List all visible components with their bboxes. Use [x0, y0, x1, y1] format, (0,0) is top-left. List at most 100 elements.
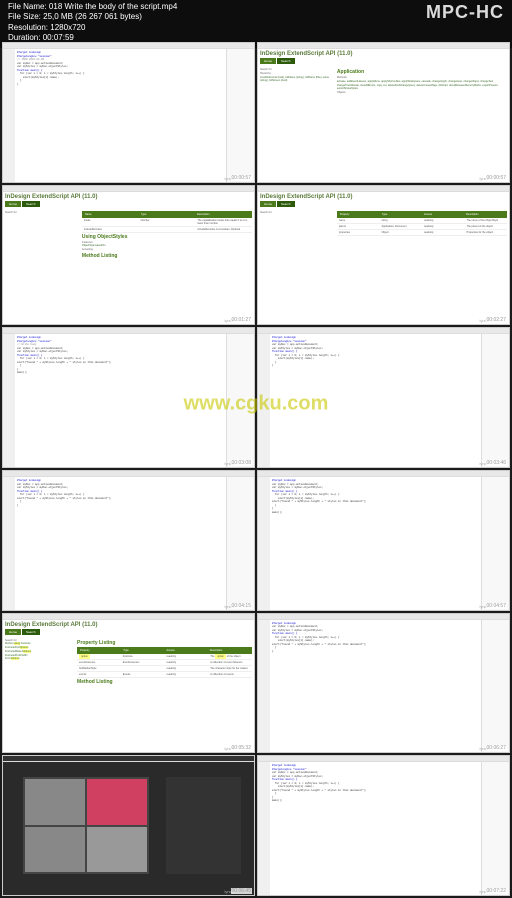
section-application: Application — [337, 69, 507, 75]
thumbnail: lynda 00:06:45 — [2, 755, 255, 896]
thumbnail: InDesign ExtendScript API (11.0) Home Se… — [257, 185, 510, 326]
tab-search[interactable]: Search — [22, 629, 40, 635]
thumbnail: #target indesign var myDoc = app.activeD… — [257, 613, 510, 754]
code-editor: #target indesign var myDoc = app.activeD… — [258, 620, 509, 754]
tab-search[interactable]: Search — [277, 201, 295, 207]
thumbnail: #target indesign #targetengine "session"… — [2, 327, 255, 468]
indesign-document — [23, 777, 149, 874]
api-title: InDesign ExtendScript API (11.0) — [5, 622, 252, 628]
side-panel — [481, 762, 509, 895]
api-header: InDesign ExtendScript API (11.0) Home Se… — [3, 620, 254, 637]
tab-search[interactable]: Search — [22, 201, 40, 207]
thumbnail: #target indesign var myDoc = app.activeD… — [2, 470, 255, 611]
api-title: InDesign ExtendScript API (11.0) — [260, 51, 507, 57]
timestamp: 00:06:27 — [486, 745, 507, 751]
table-header: PropertyTypeAccessDescription — [77, 647, 252, 654]
file-name-row: File Name: 018 Write the body of the scr… — [8, 2, 177, 12]
api-content: Search for: Hierarchy: JxsxFileFormat (b… — [258, 66, 509, 183]
methods-list[interactable]: activate, addEventListener, applyMenu, a… — [337, 80, 507, 91]
method-listing: Method Listing — [82, 253, 252, 259]
code-editor: #target indesign #targetengine "session"… — [258, 762, 509, 896]
code-body: #target indesign #targetengine "session"… — [15, 334, 224, 467]
table-row: includeRemotesincludeRemotes is a boolea… — [82, 227, 252, 233]
side-panel — [481, 477, 509, 610]
side-panel — [481, 620, 509, 753]
api-sidebar-links[interactable]: Method using FootnoteFootnoteFirstOption… — [5, 642, 73, 661]
api-header: InDesign ExtendScript API (11.0) Home Se… — [258, 192, 509, 209]
side-panel — [226, 477, 254, 610]
tab-home[interactable]: Home — [5, 201, 21, 207]
placed-image — [25, 827, 85, 873]
timestamp: 00:00:57 — [231, 175, 252, 181]
timestamp: 00:07:22 — [486, 888, 507, 894]
thumbnail: #target indesign #targetengine "session"… — [257, 755, 510, 896]
code-editor: #target indesign var myDoc = app.activeD… — [3, 477, 254, 611]
placed-image — [87, 779, 147, 825]
code-gutter — [258, 762, 270, 895]
code-body: #target indesign #targetengine "session"… — [270, 762, 479, 895]
timestamp: 00:05:32 — [231, 745, 252, 751]
code-gutter — [258, 334, 270, 467]
resolution-row: Resolution: 1280x720 — [8, 23, 177, 33]
api-tabs: Home Search — [260, 201, 507, 207]
api-tabs: Home Search — [260, 58, 507, 64]
code-body: #target indesign var myDoc = app.activeD… — [270, 620, 479, 753]
section-using: Using ObjectStyles — [82, 234, 252, 240]
code-editor: #target indesign #targetengine "session"… — [258, 334, 509, 468]
code-body: #target indesign var myDoc = app.activeD… — [270, 477, 479, 610]
tab-search[interactable]: Search — [277, 58, 295, 64]
accepting-label: Accepting — [82, 248, 252, 252]
method-listing: Method Listing — [77, 679, 252, 685]
timestamp: 00:06:45 — [231, 888, 252, 894]
side-panel — [226, 334, 254, 467]
thumbnail: InDesign ExtendScript API (11.0) Home Se… — [2, 185, 255, 326]
timestamp: 00:02:27 — [486, 317, 507, 323]
table-header: NameTypeDescription — [82, 211, 252, 218]
api-content: Search for: Method using FootnoteFootnot… — [3, 637, 254, 754]
api-header: InDesign ExtendScript API (11.0) Home Se… — [258, 49, 509, 66]
indesign-panel — [166, 777, 241, 874]
api-title: InDesign ExtendScript API (11.0) — [260, 194, 507, 200]
code-gutter — [3, 334, 15, 467]
file-info-block: File Name: 018 Write the body of the scr… — [8, 2, 177, 44]
side-panel — [226, 49, 254, 182]
search-label: Search for: — [5, 211, 78, 215]
code-gutter — [3, 49, 15, 182]
table-header: PropertyTypeAccessDescription — [337, 211, 507, 218]
api-tabs: Home Search — [5, 629, 252, 635]
api-content: Search for: PropertyTypeAccessDescriptio… — [258, 209, 509, 326]
thumbnail: #target indesign #targetengine "session"… — [257, 327, 510, 468]
thumbnail-grid: #target indesign #targetengine "session"… — [0, 40, 512, 898]
tab-home[interactable]: Home — [260, 201, 276, 207]
thumbnail: InDesign ExtendScript API (11.0) Home Se… — [2, 613, 255, 754]
api-content: Search for: NameTypeDescription localeNu… — [3, 209, 254, 326]
code-body: #target indesign var myDoc = app.activeD… — [15, 477, 224, 610]
tab-home[interactable]: Home — [5, 629, 21, 635]
thumbnail: InDesign ExtendScript API (11.0) Home Se… — [257, 42, 510, 183]
code-gutter — [258, 620, 270, 753]
code-body: #target indesign #targetengine "session"… — [270, 334, 479, 467]
code-editor: #target indesign #targetengine "session"… — [3, 334, 254, 468]
timestamp: 00:01:27 — [231, 317, 252, 323]
hierarchy-links[interactable]: JxsxFileFormat (bool), fullName (string)… — [260, 76, 333, 84]
code-body: #target indesign #targetengine "session"… — [15, 49, 224, 182]
code-editor: #target indesign #targetengine "session"… — [3, 49, 254, 183]
side-panel — [481, 334, 509, 467]
search-label: Search for: — [260, 211, 333, 215]
objects-label: Objects: — [337, 91, 507, 95]
code-gutter — [3, 477, 15, 610]
table-row: eventsEventsreadonlyA collection of even… — [77, 672, 252, 678]
api-tabs: Home Search — [5, 201, 252, 207]
code-gutter — [258, 477, 270, 610]
thumbnail: #target indesign #targetengine "session"… — [2, 42, 255, 183]
thumbnail: #target indesign var myDoc = app.activeD… — [257, 470, 510, 611]
timestamp: 00:03:08 — [231, 460, 252, 466]
table-row: propertiesObjectreadonlyProperties for t… — [337, 230, 507, 236]
code-editor: #target indesign var myDoc = app.activeD… — [258, 477, 509, 611]
window-titlebar — [3, 756, 254, 762]
placed-image — [87, 827, 147, 873]
tab-home[interactable]: Home — [260, 58, 276, 64]
table-row: localeNumberThe capitalization locale th… — [82, 218, 252, 227]
api-header: InDesign ExtendScript API (11.0) Home Se… — [3, 192, 254, 209]
timestamp: 00:03:46 — [486, 460, 507, 466]
